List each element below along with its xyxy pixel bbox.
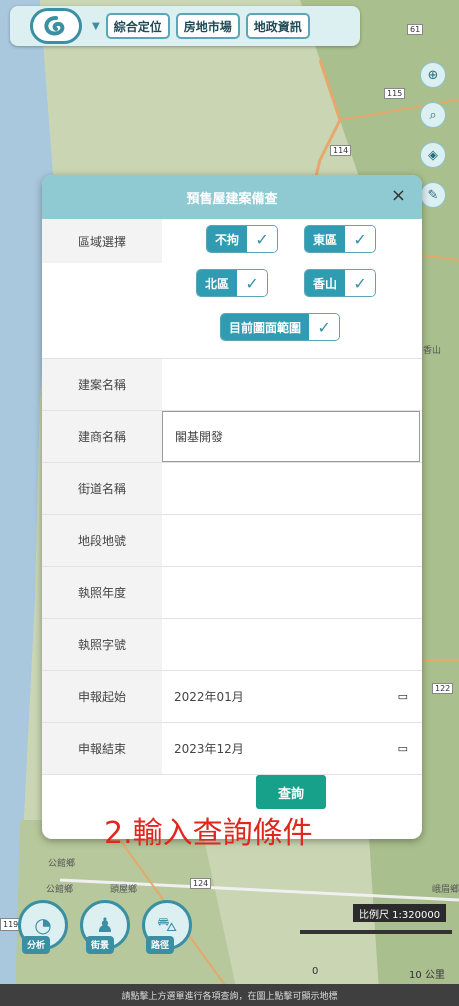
report-start-value: 2022年01月 [174, 690, 244, 704]
field-label: 執照字號 [42, 619, 162, 670]
license-year-input[interactable] [162, 567, 422, 618]
top-navigation-bar: ▼ 綜合定位 房地市場 地政資訊 [10, 6, 360, 46]
map-label-gongguan-1: 公館鄉 [48, 859, 76, 869]
checkbox-check-icon: ✓ [345, 226, 376, 252]
land-number-input[interactable] [162, 515, 422, 566]
field-row-report-start: 申報起始 2022年01月 ▭ [42, 671, 422, 723]
footer-hint: 請點擊上方選單進行各項查詢，在圖上點擊可顯示地標 [0, 984, 459, 1006]
scale-zero-label: 0 [312, 966, 319, 977]
field-label: 建商名稱 [42, 411, 162, 462]
query-button[interactable]: 查詢 [256, 775, 326, 809]
report-end-value: 2023年12月 [174, 742, 244, 756]
map-label-touwu: 頭屋鄉 [110, 885, 138, 895]
calendar-icon[interactable]: ▭ [398, 742, 408, 755]
logo-swirl-icon [44, 16, 65, 36]
road-shield-122: 122 [432, 683, 454, 694]
license-number-input[interactable] [162, 619, 422, 670]
dialog-title: 預售屋建案備查 [186, 191, 278, 207]
project-name-input[interactable] [162, 359, 422, 410]
pencil-icon[interactable]: ✎ [420, 182, 446, 208]
route-label: 路徑 [146, 936, 175, 954]
area-option-any[interactable]: 不拘 ✓ [206, 225, 279, 253]
nav-real-estate-market[interactable]: 房地市場 [175, 13, 240, 39]
report-end-month-input[interactable]: 2023年12月 ▭ [162, 723, 422, 774]
area-option-east-label: 東區 [305, 226, 346, 252]
area-label: 區域選擇 [42, 219, 162, 263]
logo-icon[interactable] [30, 8, 82, 44]
field-row-project-name: 建案名稱 [42, 359, 422, 411]
chart-icon: ◔ [34, 913, 52, 937]
field-label: 街道名稱 [42, 463, 162, 514]
checkbox-check-icon: ✓ [247, 226, 278, 252]
map-label-emei: 峨眉鄉 [432, 885, 459, 895]
report-start-month-input[interactable]: 2022年01月 ▭ [162, 671, 422, 722]
street-name-input[interactable] [162, 463, 422, 514]
nav-land-administration[interactable]: 地政資訊 [245, 13, 310, 39]
field-label: 申報起始 [42, 671, 162, 722]
checkbox-check-icon: ✓ [345, 270, 376, 296]
area-option-north-label: 北區 [197, 270, 238, 296]
field-label: 申報結束 [42, 723, 162, 774]
instruction-annotation: 2.輸入查詢條件 [104, 816, 313, 851]
map-label-xiangshan: 香山 [423, 346, 442, 356]
area-option-north[interactable]: 北區 ✓ [196, 269, 269, 297]
road-shield-124: 124 [190, 878, 212, 889]
field-row-license-year: 執照年度 [42, 567, 422, 619]
area-option-xiangshan-label: 香山 [305, 270, 346, 296]
scale-distance-label: 10 公里 [409, 970, 445, 981]
close-icon[interactable]: × [391, 185, 406, 206]
dialog-header: 預售屋建案備查 × [42, 175, 422, 219]
road-shield-114: 114 [330, 145, 352, 156]
person-icon: ♟ [96, 913, 114, 937]
field-label: 地段地號 [42, 515, 162, 566]
field-row-street-name: 街道名稱 [42, 463, 422, 515]
area-option-current-view-label: 目前圖面範圍 [221, 314, 310, 340]
field-row-license-number: 執照字號 [42, 619, 422, 671]
field-label: 建案名稱 [42, 359, 162, 410]
checkbox-check-icon: ✓ [309, 314, 340, 340]
checkbox-check-icon: ✓ [237, 270, 268, 296]
road-shield-61: 61 [407, 24, 424, 35]
developer-name-input[interactable]: 閣基開發 [162, 411, 420, 462]
field-label: 執照年度 [42, 567, 162, 618]
car-icon: ⛍ [156, 911, 178, 936]
area-selection-row: 區域選擇 不拘 ✓ 東區 ✓ 北區 ✓ 香山 ✓ 目前圖面範圍 ✓ [42, 219, 422, 359]
calendar-icon[interactable]: ▭ [398, 690, 408, 703]
crosshair-icon[interactable]: ⊕ [420, 62, 446, 88]
road-shield-115: 115 [384, 88, 406, 99]
area-option-current-view[interactable]: 目前圖面範圍 ✓ [220, 313, 341, 341]
street-view-label: 街景 [86, 936, 115, 954]
scale-ratio: 比例尺 1:320000 [353, 904, 447, 922]
area-option-any-label: 不拘 [207, 226, 248, 252]
analysis-label: 分析 [22, 936, 51, 954]
field-row-report-end: 申報結束 2023年12月 ▭ [42, 723, 422, 775]
presale-search-dialog: 預售屋建案備查 × 區域選擇 不拘 ✓ 東區 ✓ 北區 ✓ 香山 ✓ 目前圖面範… [42, 175, 422, 839]
menu-caret-icon[interactable]: ▼ [92, 21, 100, 32]
map-label-gongguan-2: 公館鄉 [46, 885, 74, 895]
area-option-xiangshan[interactable]: 香山 ✓ [304, 269, 377, 297]
scale-bar [300, 930, 452, 934]
field-row-land-number: 地段地號 [42, 515, 422, 567]
field-row-developer-name: 建商名稱 閣基開發 [42, 411, 422, 463]
nav-integrated-positioning[interactable]: 綜合定位 [105, 13, 170, 39]
area-option-east[interactable]: 東區 ✓ [304, 225, 377, 253]
search-icon[interactable]: ⌕ [420, 102, 446, 128]
layers-icon[interactable]: ◈ [420, 142, 446, 168]
